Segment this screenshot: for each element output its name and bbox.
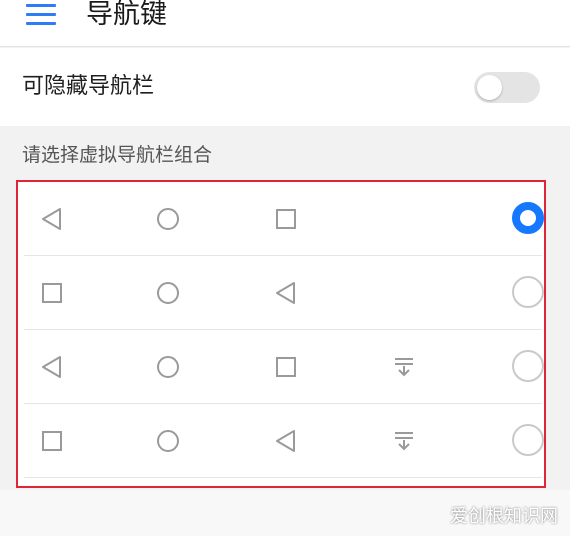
notification-pulldown-icon bbox=[390, 427, 418, 455]
hide-navbar-row[interactable]: 可隐藏导航栏 bbox=[0, 48, 570, 126]
toggle-knob bbox=[477, 75, 502, 100]
hide-navbar-label: 可隐藏导航栏 bbox=[22, 74, 155, 99]
recents-square-icon bbox=[38, 279, 66, 307]
back-triangle-icon bbox=[272, 427, 300, 455]
radio-button[interactable] bbox=[512, 276, 544, 308]
radio-button[interactable] bbox=[512, 350, 544, 382]
recents-square-icon bbox=[38, 427, 66, 455]
back-triangle-icon bbox=[38, 353, 66, 381]
hide-navbar-toggle[interactable] bbox=[474, 72, 540, 103]
nav-combo-list bbox=[16, 180, 546, 488]
home-circle-icon bbox=[154, 427, 182, 455]
nav-combo-option[interactable] bbox=[24, 182, 544, 256]
radio-button[interactable] bbox=[512, 202, 544, 234]
page-title: 导航键 bbox=[86, 0, 167, 30]
recents-square-icon bbox=[272, 205, 300, 233]
menu-icon[interactable] bbox=[26, 4, 56, 26]
nav-combo-option[interactable] bbox=[24, 330, 544, 404]
back-triangle-icon bbox=[38, 205, 66, 233]
home-circle-icon bbox=[154, 353, 182, 381]
notification-pulldown-icon bbox=[390, 353, 418, 381]
back-triangle-icon bbox=[272, 279, 300, 307]
radio-button[interactable] bbox=[512, 424, 544, 456]
home-circle-icon bbox=[154, 279, 182, 307]
nav-combo-option[interactable] bbox=[24, 404, 544, 478]
home-circle-icon bbox=[154, 205, 182, 233]
recents-square-icon bbox=[272, 353, 300, 381]
top-bar: 导航键 bbox=[0, 0, 570, 47]
nav-combo-option[interactable] bbox=[24, 256, 544, 330]
combo-section-title: 请选择虚拟导航栏组合 bbox=[22, 144, 213, 166]
watermark: 爱创根知识网 bbox=[450, 506, 558, 527]
